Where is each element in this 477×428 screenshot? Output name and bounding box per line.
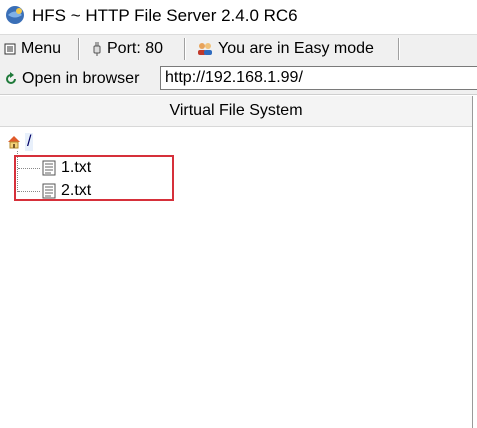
- users-icon: [198, 43, 212, 55]
- highlight-box: [14, 155, 174, 201]
- menu-button[interactable]: Menu: [4, 37, 61, 61]
- menu-label: Menu: [21, 40, 62, 57]
- vfs-header: Virtual File System: [0, 96, 472, 127]
- toolbar: Menu Port: 80 You are in Easy mode: [0, 34, 477, 65]
- toolbar-separator: [398, 38, 399, 60]
- open-in-browser-label: Open in browser: [22, 70, 140, 87]
- open-in-browser-button[interactable]: Open in browser: [4, 67, 139, 91]
- tree-root[interactable]: /: [6, 133, 34, 151]
- address-bar: Open in browser: [0, 64, 477, 95]
- hfs-app-icon: [6, 6, 24, 24]
- home-icon: [8, 136, 20, 149]
- mode-label: You are in Easy mode: [218, 40, 374, 57]
- panel-border: [472, 96, 473, 428]
- port-button[interactable]: Port: 80: [92, 37, 163, 61]
- vfs-header-label: Virtual File System: [169, 102, 303, 119]
- mode-button[interactable]: You are in Easy mode: [197, 37, 374, 61]
- port-label: Port: 80: [107, 40, 164, 57]
- window-title: HFS ~ HTTP File Server 2.4.0 RC6: [32, 6, 298, 25]
- url-field[interactable]: [160, 66, 477, 90]
- title-bar: HFS ~ HTTP File Server 2.4.0 RC6: [0, 0, 477, 34]
- toolbar-separator: [184, 38, 185, 60]
- refresh-arrow-icon: [6, 72, 16, 84]
- tree-root-label: /: [25, 133, 34, 151]
- plug-icon: [93, 42, 101, 56]
- menu-icon: [4, 43, 16, 55]
- toolbar-separator: [78, 38, 79, 60]
